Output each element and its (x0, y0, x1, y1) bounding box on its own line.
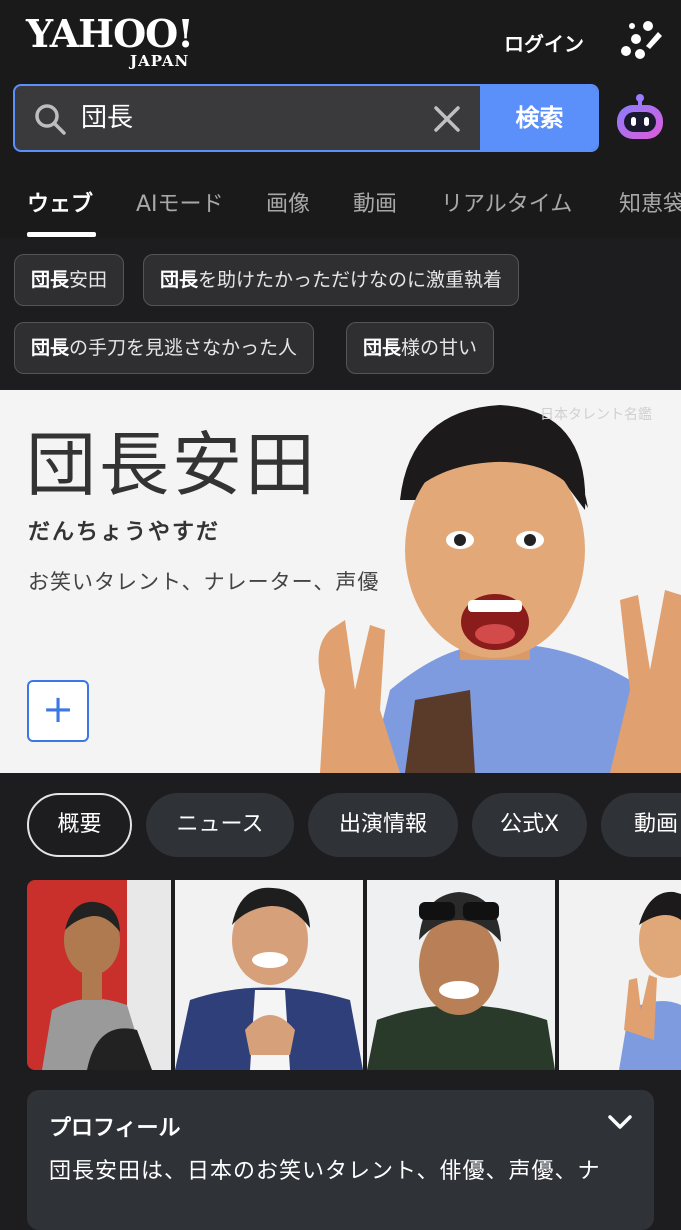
chip-bold: 団長 (363, 337, 402, 359)
chip-text: 安田 (69, 269, 108, 291)
entity-nav: 概要 ニュース 出演情報 公式X 動画 (0, 773, 681, 873)
knowledge-panel-hero: 日本タレント名鑑 団長安田 だんちょうやすだ お笑いタレント、ナレーター、声優 … (0, 390, 681, 773)
pill-overview[interactable]: 概要 (27, 793, 132, 857)
entity-description: お笑いタレント、ナレーター、声優 (28, 570, 380, 594)
search-row: 団長 検索 (0, 80, 681, 160)
search-tabs: ウェブ AIモード 画像 動画 リアルタイム 知恵袋 (0, 160, 681, 239)
clear-icon[interactable] (431, 103, 463, 135)
search-box: 団長 検索 (13, 84, 599, 152)
gallery-image[interactable] (175, 880, 363, 1070)
service-menu-icon[interactable] (618, 18, 664, 60)
pill-videos[interactable]: 動画 (601, 793, 681, 857)
tab-realtime[interactable]: リアルタイム (441, 186, 572, 218)
search-icon (35, 104, 66, 135)
chip-text: 様の甘い (401, 337, 478, 359)
entity-name: 団長安田 (26, 424, 318, 506)
yahoo-japan-logo[interactable]: YAHOO! JAPAN (26, 11, 206, 71)
chevron-down-icon[interactable] (607, 1112, 633, 1132)
pill-news[interactable]: ニュース (146, 793, 294, 857)
ai-assistant-icon[interactable] (614, 92, 666, 142)
active-tab-indicator (27, 232, 96, 237)
pill-official-x[interactable]: 公式X (472, 793, 587, 857)
search-input[interactable]: 団長 (81, 100, 133, 136)
pill-appearances[interactable]: 出演情報 (308, 793, 458, 857)
suggestion-chip[interactable]: 団長様の甘い (346, 322, 495, 374)
gallery-image[interactable] (367, 880, 555, 1070)
search-button[interactable]: 検索 (480, 86, 597, 150)
suggestion-chip[interactable]: 団長の手刀を見逃さなかった人 (14, 322, 315, 374)
add-button[interactable]: + (27, 680, 89, 742)
suggestion-chip[interactable]: 団長安田 (14, 254, 125, 306)
tab-web[interactable]: ウェブ (27, 186, 93, 218)
image-gallery (27, 880, 681, 1070)
entity-reading: だんちょうやすだ (28, 520, 221, 545)
profile-card[interactable]: プロフィール 団長安田は、日本のお笑いタレント、俳優、声優、ナ (27, 1090, 654, 1230)
profile-summary: 団長安田は、日本のお笑いタレント、俳優、声優、ナ (49, 1159, 601, 1184)
chip-text: を助けたかっただけなのに激重執着 (198, 269, 503, 291)
suggestion-chip[interactable]: 団長を助けたかっただけなのに激重執着 (143, 254, 520, 306)
login-link[interactable]: ログイン (504, 28, 584, 57)
gallery-image[interactable] (559, 880, 681, 1070)
chip-bold: 団長 (31, 337, 70, 359)
tab-chiebukuro[interactable]: 知恵袋 (619, 186, 681, 218)
logo-sub: JAPAN (130, 52, 190, 70)
tab-images[interactable]: 画像 (266, 186, 310, 218)
logo-main: YAHOO! (26, 11, 194, 56)
tab-ai-mode[interactable]: AIモード (136, 186, 224, 218)
tab-videos[interactable]: 動画 (353, 186, 397, 218)
header: YAHOO! JAPAN ログイン (0, 0, 681, 80)
chip-bold: 団長 (31, 269, 70, 291)
chip-bold: 団長 (160, 269, 199, 291)
gallery-image[interactable] (27, 880, 171, 1070)
profile-title: プロフィール (49, 1116, 181, 1141)
related-searches: 団長安田 団長を助けたかっただけなのに激重執着 団長の手刀を見逃さなかった人 団… (0, 238, 681, 390)
chip-text: の手刀を見逃さなかった人 (69, 337, 298, 359)
image-credit: 日本タレント名鑑 (540, 407, 652, 423)
